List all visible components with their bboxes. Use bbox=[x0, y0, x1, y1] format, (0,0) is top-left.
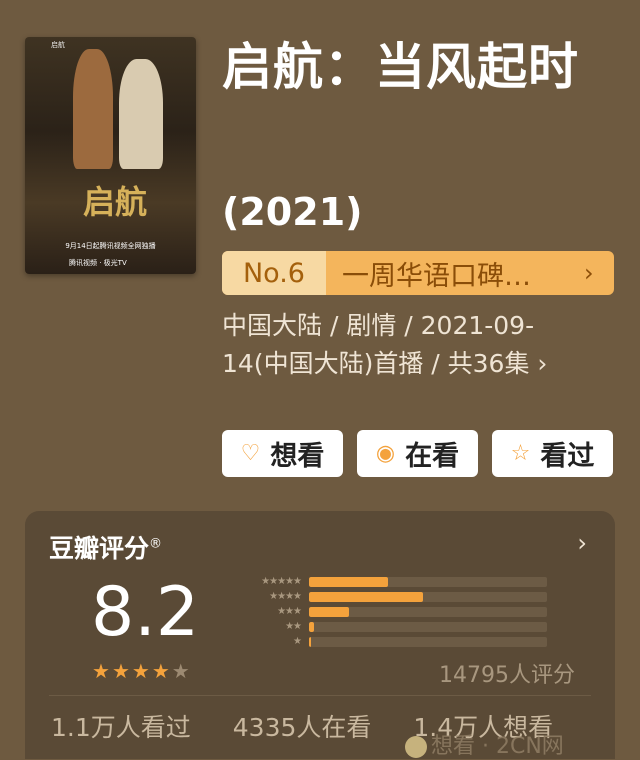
distribution-bar bbox=[309, 576, 388, 587]
star-filled-icon: ★ bbox=[92, 659, 112, 683]
star-filled-icon: ★ bbox=[131, 659, 152, 683]
release-year: (2021) bbox=[222, 190, 363, 234]
distribution-row: ★★★★ bbox=[241, 589, 547, 604]
star-rating: ★★★★★ bbox=[92, 659, 192, 683]
distribution-bar bbox=[309, 606, 350, 617]
distribution-stars-icon: ★ bbox=[293, 636, 302, 647]
poster-image[interactable]: 启航 启航 9月14日起腾讯视频全网独播 腾讯视频 · 极光TV bbox=[25, 37, 196, 274]
watching-button[interactable]: ◉ 在看 bbox=[357, 430, 478, 477]
distribution-stars-icon: ★★★★ bbox=[269, 591, 302, 602]
chevron-right-icon: › bbox=[584, 259, 594, 287]
want-to-watch-button[interactable]: ♡ 想看 bbox=[222, 430, 343, 477]
star-empty-icon: ★ bbox=[171, 659, 192, 683]
want-to-watch-label: 想看 bbox=[270, 441, 325, 472]
watermark: 想看 · 2CN网 bbox=[405, 728, 564, 760]
watched-count[interactable]: 1.1万人看过 bbox=[51, 708, 191, 744]
distribution-bar bbox=[309, 636, 312, 647]
watermark-logo-icon bbox=[405, 736, 427, 758]
rating-header-label: 豆瓣评分 bbox=[49, 534, 150, 563]
watermark-text: 想看 · 2CN网 bbox=[431, 734, 564, 759]
poster-date: 9月14日起腾讯视频全网独播 bbox=[65, 242, 156, 250]
watched-label: 看过 bbox=[540, 441, 595, 472]
chevron-right-icon[interactable]: › bbox=[577, 529, 587, 557]
rating-header: 豆瓣评分® bbox=[49, 529, 162, 565]
distribution-track bbox=[309, 636, 547, 647]
distribution-row: ★★★ bbox=[241, 604, 547, 619]
rating-score: 8.2 bbox=[91, 573, 200, 652]
distribution-row: ★ bbox=[241, 634, 547, 649]
distribution-track bbox=[309, 621, 547, 632]
distribution-bar bbox=[309, 621, 314, 632]
watching-label: 在看 bbox=[405, 441, 460, 472]
target-icon: ◉ bbox=[375, 441, 396, 466]
watched-button[interactable]: ☆ 看过 bbox=[492, 430, 613, 477]
rank-text: 一周华语口碑… bbox=[342, 260, 531, 292]
distribution-stars-icon: ★★★ bbox=[277, 606, 302, 617]
action-bar: ♡ 想看 ◉ 在看 ☆ 看过 bbox=[222, 430, 613, 477]
poster-brand: 启航 bbox=[51, 41, 65, 49]
meta-info[interactable]: 中国大陆 / 剧情 / 2021-09-14(中国大陆)首播 / 共36集 › bbox=[222, 307, 582, 383]
poster-logos: 腾讯视频 · 极光TV bbox=[69, 259, 127, 267]
star-filled-icon: ★ bbox=[151, 659, 172, 683]
page-title: 启航：当风起时 bbox=[222, 38, 579, 96]
distribution-track bbox=[309, 606, 547, 617]
rank-number: No.6 bbox=[222, 251, 326, 295]
distribution-stars-icon: ★★★★★ bbox=[261, 576, 302, 587]
heart-plus-icon: ♡ bbox=[240, 441, 261, 466]
watching-count[interactable]: 4335人在看 bbox=[233, 708, 372, 744]
rank-banner[interactable]: No.6 一周华语口碑… › bbox=[222, 251, 614, 295]
poster-figure-left bbox=[73, 49, 113, 169]
distribution-row: ★★★★★ bbox=[241, 574, 547, 589]
distribution-stars-icon: ★★ bbox=[285, 621, 302, 632]
distribution-bar bbox=[309, 591, 424, 602]
poster-calligraphy: 启航 bbox=[83, 183, 148, 221]
distribution-track bbox=[309, 591, 547, 602]
rating-count: 14795人评分 bbox=[439, 663, 575, 688]
star-outline-icon: ☆ bbox=[510, 441, 531, 466]
registered-mark: ® bbox=[149, 536, 163, 552]
rating-card[interactable]: 豆瓣评分® › 8.2 ★★★★★ ★★★★★ ★★★★ ★★★ ★★ ★ 14795人… bbox=[25, 511, 615, 759]
poster-figure-right bbox=[119, 59, 163, 169]
divider bbox=[49, 695, 591, 696]
distribution-track bbox=[309, 576, 547, 587]
rating-distribution: ★★★★★ ★★★★ ★★★ ★★ ★ bbox=[241, 574, 547, 649]
star-filled-icon: ★ bbox=[111, 659, 132, 683]
distribution-row: ★★ bbox=[241, 619, 547, 634]
